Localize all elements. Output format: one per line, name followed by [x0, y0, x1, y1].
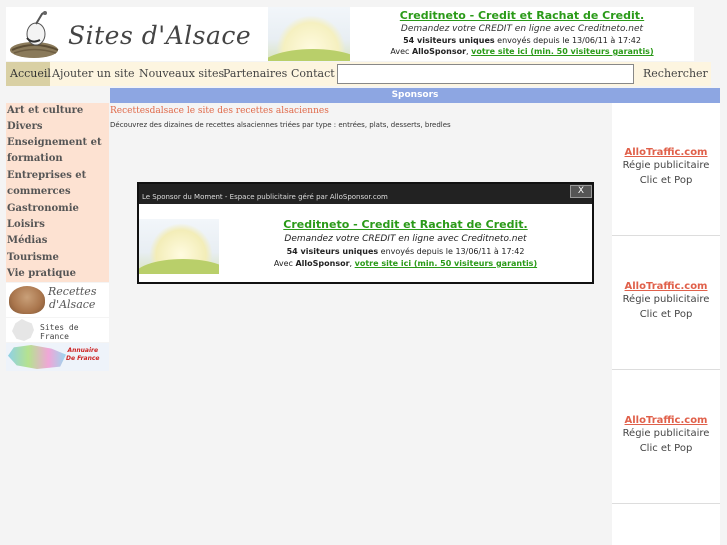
banner-recettes-line2: d'Alsace: [49, 298, 96, 311]
top-ad-visitors-date: envoyés depuis le 13/06/11 à 17:42: [494, 36, 641, 45]
right-ad-3-line1: Régie publicitaire: [622, 428, 710, 439]
popup-ad-allosponsor: Avec AlloSponsor, votre site ici (min. 5…: [219, 259, 592, 268]
top-ad-allosponsor: Avec AlloSponsor, votre site ici (min. 5…: [350, 47, 694, 56]
right-ad-2: AlloTraffic.com Régie publicitaire Clic …: [612, 237, 720, 370]
top-ad-with-prefix: Avec: [390, 47, 412, 56]
sidebar-item-commerces[interactable]: commerces: [7, 185, 71, 198]
nav-partners[interactable]: Partenaires: [223, 67, 287, 80]
right-ad-2-line1: Régie publicitaire: [622, 294, 710, 305]
sponsor-popup: Le Sponsor du Moment - Espace publicitai…: [137, 182, 594, 284]
sidebar-item-entreprises[interactable]: Entreprises et: [7, 169, 86, 182]
content-description: Découvrez des dizaines de recettes alsac…: [110, 121, 451, 129]
kougelhopf-icon: [9, 286, 45, 314]
banner-recettes-line1: Recettes: [48, 285, 97, 298]
banner-recettes-alsace[interactable]: Recettes d'Alsace: [6, 283, 109, 317]
banner-sites-de-france[interactable]: Sites de France: [6, 318, 109, 342]
logo-text: Sites d'Alsace: [68, 21, 252, 50]
sidebar-item-enseignement[interactable]: Enseignement et: [7, 136, 102, 149]
top-ad-subtitle: Demandez votre CREDIT en ligne avec Cred…: [400, 24, 644, 34]
right-ad-2-title-link[interactable]: AlloTraffic.com: [612, 281, 720, 292]
right-sponsor-column: AlloTraffic.com Régie publicitaire Clic …: [612, 103, 720, 545]
sponsors-bar: Sponsors: [110, 88, 720, 103]
top-ad-brand: AlloSponsor: [411, 47, 467, 56]
right-ad-3-line2: Clic et Pop: [639, 443, 693, 454]
sidebar-item-divers[interactable]: Divers: [7, 120, 43, 133]
search-input[interactable]: [337, 64, 634, 84]
nav-new-sites[interactable]: Nouveaux sites: [139, 67, 224, 80]
right-ad-3: AlloTraffic.com Régie publicitaire Clic …: [612, 371, 720, 504]
popup-ad-your-site-link[interactable]: votre site ici (min. 50 visiteurs garant…: [355, 259, 537, 268]
popup-decoration: [139, 219, 219, 274]
sidebar-item-loisirs[interactable]: Loisirs: [7, 218, 45, 231]
content-title-link[interactable]: Recettesdalsace le site des recettes als…: [110, 106, 329, 116]
sidebar-item-vie-pratique[interactable]: Vie pratique: [7, 267, 76, 280]
sidebar-item-formation[interactable]: formation: [7, 152, 63, 165]
nav-home[interactable]: Accueil: [6, 62, 51, 86]
right-ad-1-title-link[interactable]: AlloTraffic.com: [612, 147, 720, 158]
popup-ad-title-link[interactable]: Creditneto - Credit et Rachat de Credit.: [219, 218, 592, 231]
nav-add-site[interactable]: Ajouter un site: [52, 67, 135, 80]
sidebar-item-art-culture[interactable]: Art et culture: [7, 104, 83, 117]
site-logo[interactable]: Sites d'Alsace: [6, 7, 268, 61]
popup-header: Le Sponsor du Moment - Espace publicitai…: [139, 184, 592, 204]
popup-ad-subtitle: Demandez votre CREDIT en ligne avec Cred…: [284, 234, 527, 244]
popup-ad-with-prefix: Avec: [273, 259, 296, 268]
top-ad-visitors-count: 54 visiteurs uniques: [403, 36, 495, 45]
popup-ad-visitors-date: envoyés depuis le 13/06/11 à 17:42: [378, 247, 525, 256]
popup-header-text: Le Sponsor du Moment - Espace publicitai…: [142, 193, 388, 201]
banner-annuaire-line2: De France: [66, 355, 100, 362]
right-ad-3-title-link[interactable]: AlloTraffic.com: [612, 415, 720, 426]
banner-annuaire-text: Annuaire De France: [66, 347, 99, 363]
sidebar-item-tourisme[interactable]: Tourisme: [7, 251, 59, 264]
sidebar-categories: Art et culture Divers Enseignement et fo…: [6, 103, 109, 282]
nav-contact[interactable]: Contact: [291, 67, 335, 80]
right-ad-1-line2: Clic et Pop: [639, 175, 693, 186]
right-ad-1: AlloTraffic.com Régie publicitaire Clic …: [612, 103, 720, 236]
main-nav: Accueil Ajouter un site Nouveaux sites P…: [6, 62, 711, 86]
france-regions-map-icon: [8, 345, 66, 369]
banner-sites-france-text: Sites de France: [40, 323, 79, 341]
popup-ad-visitors: 54 visiteurs uniques envoyés depuis le 1…: [219, 247, 592, 256]
right-ad-1-line1: Régie publicitaire: [622, 160, 710, 171]
top-sponsor-ad: Creditneto - Credit et Rachat de Credit.…: [350, 7, 694, 61]
france-map-icon: [12, 319, 34, 341]
banner-annuaire-de-france[interactable]: Annuaire De France: [6, 343, 109, 371]
top-ad-your-site-link[interactable]: votre site ici (min. 50 visiteurs garant…: [471, 47, 653, 56]
popup-ad-visitors-count: 54 visiteurs uniques: [286, 247, 379, 256]
top-ad-visitors: 54 visiteurs uniques envoyés depuis le 1…: [350, 36, 694, 45]
sidebar-item-medias[interactable]: Médias: [7, 234, 47, 247]
search-button[interactable]: Rechercher: [643, 67, 708, 80]
popup-close-button[interactable]: X: [570, 185, 592, 198]
banner-annuaire-line1: Annuaire: [67, 347, 99, 354]
right-ad-2-line2: Clic et Pop: [639, 309, 693, 320]
header-decoration: [268, 7, 350, 61]
sidebar-item-gastronomie[interactable]: Gastronomie: [7, 202, 79, 215]
popup-ad: Creditneto - Credit et Rachat de Credit.…: [219, 218, 592, 268]
banner-recettes-text: Recettes d'Alsace: [48, 285, 96, 311]
stork-nest-icon: [10, 11, 59, 58]
top-ad-title-link[interactable]: Creditneto - Credit et Rachat de Credit.: [350, 9, 694, 22]
popup-ad-brand: AlloSponsor: [295, 259, 350, 268]
